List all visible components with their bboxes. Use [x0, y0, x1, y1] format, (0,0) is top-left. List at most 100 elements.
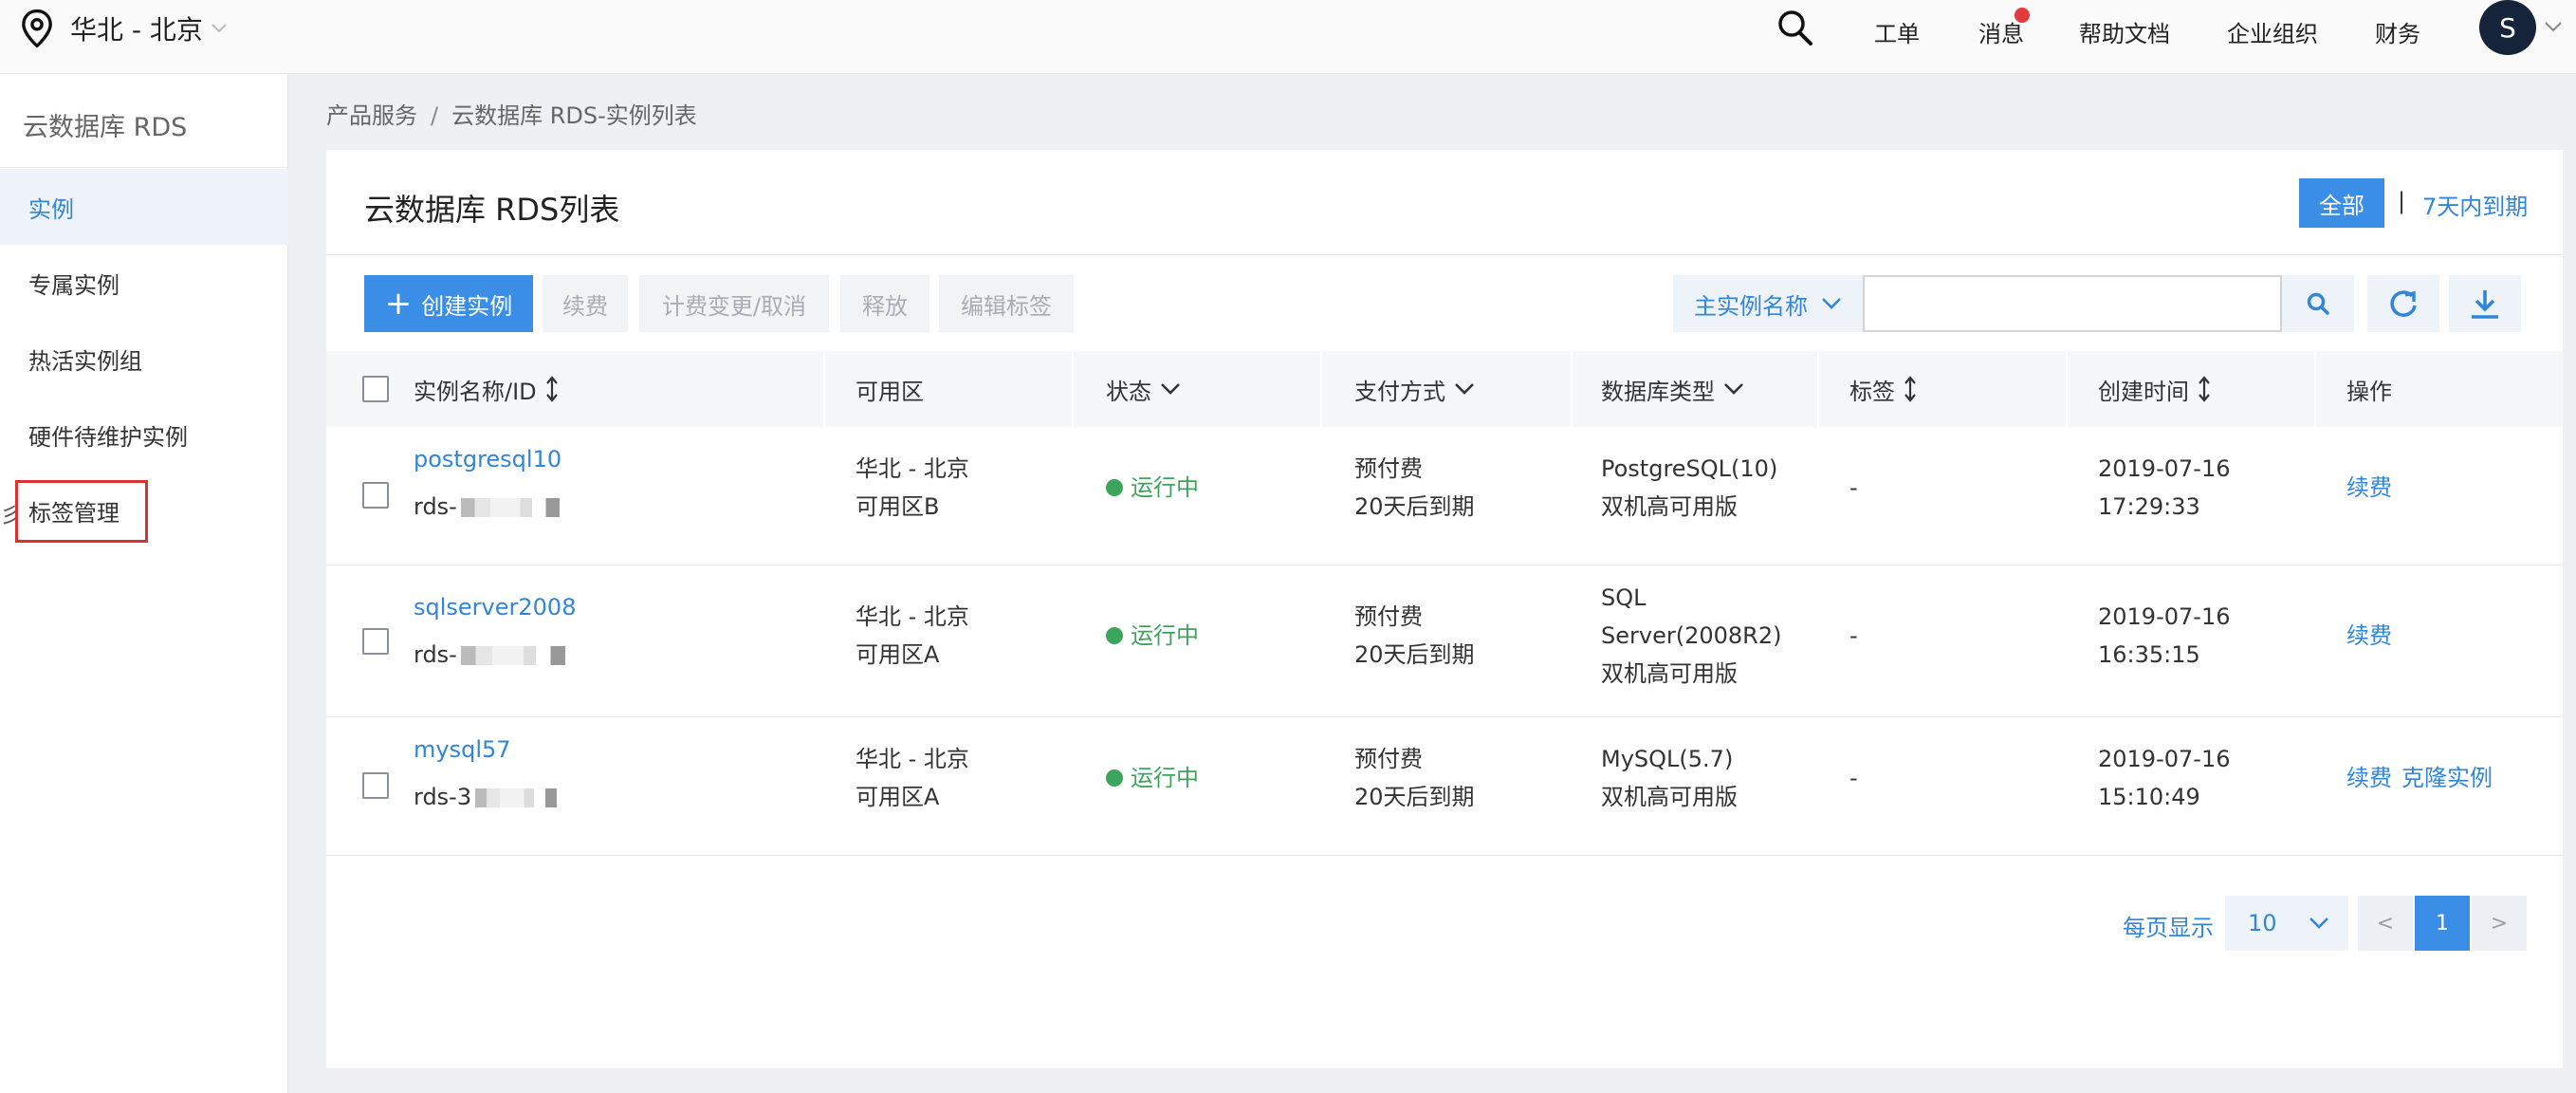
- renew-link[interactable]: 续费: [2346, 469, 2392, 507]
- created-date: 2019-07-16: [2098, 455, 2231, 482]
- col-separator: [1817, 351, 1819, 427]
- next-page-button[interactable]: >: [2472, 896, 2527, 951]
- col-status[interactable]: 状态: [1106, 351, 1182, 427]
- col-status-label: 状态: [1106, 378, 1151, 405]
- sidebar-item-label: 热活实例组: [28, 347, 142, 375]
- plus-icon: +: [384, 285, 413, 323]
- search-icon[interactable]: [1776, 8, 1813, 47]
- created-time: 17:29:33: [2098, 493, 2200, 520]
- region-label: 华北 - 北京: [70, 14, 203, 46]
- instance-id: rds-: [414, 488, 560, 526]
- instance-id-text: rds-: [414, 641, 457, 668]
- download-icon: [2472, 290, 2498, 319]
- zone-line-1: 华北 - 北京: [856, 603, 969, 630]
- status-text: 运行中: [1131, 474, 1199, 501]
- col-name-id[interactable]: 实例名称/ID: [414, 351, 560, 427]
- db-type-line-1: PostgreSQL(10): [1601, 455, 1778, 482]
- sidebar-item-hardware-maintenance[interactable]: 硬件待维护实例: [0, 397, 288, 472]
- avatar[interactable]: S: [2479, 0, 2536, 55]
- instance-name-link[interactable]: sqlserver2008: [414, 588, 576, 626]
- highlight-box: [15, 480, 148, 543]
- redacted-id: [475, 788, 558, 807]
- sort-icon: [545, 376, 558, 402]
- prev-page-button[interactable]: <: [2358, 896, 2413, 951]
- nav-ticket[interactable]: 工单: [1874, 15, 1920, 48]
- instance-name-link[interactable]: postgresql10: [414, 440, 561, 478]
- payment-expiry: 20天后到期: [1354, 641, 1475, 668]
- zone-line-1: 华北 - 北京: [856, 455, 969, 482]
- row-checkbox[interactable]: [362, 482, 389, 509]
- page-1-button[interactable]: 1: [2415, 896, 2470, 951]
- sidebar-item-hot-active-groups[interactable]: 热活实例组: [0, 321, 288, 397]
- sidebar-title: 云数据库 RDS: [23, 113, 188, 142]
- notification-dot: [2015, 8, 2030, 23]
- breadcrumb-item[interactable]: 产品服务: [326, 102, 417, 129]
- filter-separator: |: [2398, 188, 2406, 214]
- refresh-button[interactable]: [2367, 275, 2439, 332]
- renew-button[interactable]: 续费: [543, 275, 628, 332]
- payment-type: 预付费: [1354, 746, 1423, 772]
- sidebar-item-dedicated-instances[interactable]: 专属实例: [0, 245, 288, 321]
- col-zone: 可用区: [856, 378, 924, 405]
- select-all-checkbox[interactable]: [362, 376, 389, 402]
- status-text: 运行中: [1131, 622, 1199, 649]
- status-dot: [1106, 627, 1123, 644]
- region-selector[interactable]: 华北 - 北京: [21, 6, 228, 51]
- instance-name-link[interactable]: mysql57: [414, 731, 511, 769]
- search-button[interactable]: [2282, 275, 2354, 332]
- create-instance-button[interactable]: + 创建实例: [364, 275, 533, 332]
- renew-link[interactable]: 续费: [2346, 759, 2392, 797]
- nav-finance[interactable]: 财务: [2375, 15, 2420, 48]
- sidebar-divider: [0, 167, 288, 168]
- search-field-select[interactable]: 主实例名称: [1673, 275, 1863, 332]
- row-checkbox[interactable]: [362, 628, 389, 655]
- col-separator: [2314, 351, 2316, 427]
- col-actions: 操作: [2346, 378, 2392, 405]
- zone-line-1: 华北 - 北京: [856, 746, 969, 772]
- sidebar-item-label: 实例: [28, 195, 74, 223]
- db-type-line-2: 双机高可用版: [1601, 784, 1738, 810]
- instance-id-text: rds-3: [414, 784, 472, 810]
- filter-all-button[interactable]: 全部: [2299, 178, 2384, 228]
- chevron-down-icon[interactable]: [2544, 21, 2563, 34]
- status-text: 运行中: [1131, 765, 1199, 791]
- row-checkbox[interactable]: [362, 772, 389, 799]
- col-tag-label: 标签: [1849, 378, 1895, 405]
- search-input[interactable]: [1863, 275, 2282, 332]
- chevron-down-icon: [1822, 298, 1841, 309]
- redacted-id: [460, 646, 565, 665]
- sidebar-item-label: 专属实例: [28, 271, 120, 299]
- status-dot: [1106, 769, 1123, 787]
- sort-icon: [2199, 376, 2210, 402]
- release-button[interactable]: 释放: [840, 275, 929, 332]
- db-type-line-2: 双机高可用版: [1601, 493, 1738, 520]
- db-type-line-1: SQL: [1601, 584, 1647, 611]
- col-db-type[interactable]: 数据库类型: [1601, 351, 1745, 427]
- col-payment[interactable]: 支付方式: [1354, 351, 1476, 427]
- redacted-id: [460, 498, 560, 517]
- refresh-icon: [2390, 290, 2417, 317]
- chevron-down-icon: [1724, 383, 1743, 395]
- sidebar-item-instances[interactable]: 实例: [0, 169, 288, 245]
- created-time: 15:10:49: [2098, 784, 2200, 810]
- renew-link[interactable]: 续费: [2346, 617, 2392, 655]
- col-separator: [823, 351, 825, 427]
- edit-tags-button[interactable]: 编辑标签: [939, 275, 1074, 332]
- chevron-down-icon: [2309, 917, 2328, 929]
- download-button[interactable]: [2449, 275, 2521, 332]
- col-created[interactable]: 创建时间: [2098, 351, 2212, 427]
- chevron-down-icon: [212, 24, 227, 33]
- col-tag[interactable]: 标签: [1849, 351, 1918, 427]
- billing-change-button[interactable]: 计费变更/取消: [639, 275, 829, 332]
- zone-line-2: 可用区B: [856, 493, 940, 520]
- nav-help-docs[interactable]: 帮助文档: [2079, 15, 2170, 48]
- chevron-down-icon: [1455, 383, 1474, 395]
- per-page-select[interactable]: 10: [2225, 896, 2348, 951]
- col-name-id-label: 实例名称/ID: [414, 378, 537, 405]
- filter-expiring-link[interactable]: 7天内到期: [2422, 188, 2528, 221]
- status-dot: [1106, 479, 1123, 496]
- clone-instance-link[interactable]: 克隆实例: [2401, 759, 2493, 797]
- table-row: sqlserver2008 rds- 华北 - 北京 可用区A 运行中 预付费 …: [326, 565, 2563, 717]
- per-page-value: 10: [2248, 910, 2277, 936]
- nav-enterprise-org[interactable]: 企业组织: [2227, 15, 2318, 48]
